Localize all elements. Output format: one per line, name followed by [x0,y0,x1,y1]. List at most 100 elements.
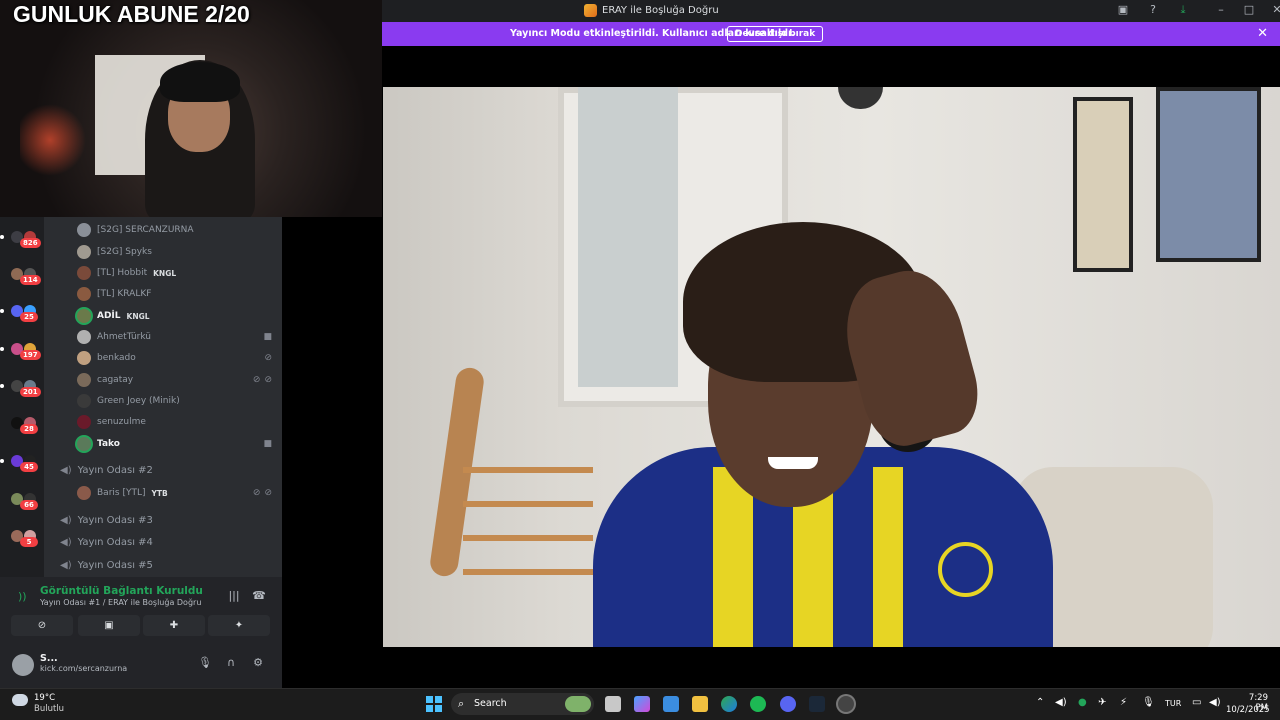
weather-temperature[interactable]: 19°C [34,693,55,703]
server-icon[interactable]: 66 [11,493,38,511]
edge-browser-icon[interactable] [721,696,737,712]
display-tray-icon[interactable]: ▭ [1192,697,1201,708]
inbox-icon[interactable]: ▣ [1116,3,1130,17]
server-icon[interactable]: 826 [11,231,41,249]
voice-member[interactable]: [S2G] SERCANZURNA [77,221,194,239]
server-logo-icon [584,4,597,17]
user-status[interactable]: kick.com/sercanzurna [40,664,127,673]
video-frame [383,87,1280,647]
steam-tray-icon[interactable]: ✈ [1098,697,1106,708]
voice-member[interactable]: Baris [YTL] YTB [77,484,168,502]
avatar [77,309,91,323]
voice-channel-info[interactable]: Yayın Odası #1 / ERAY ile Boşluğa Doğru [40,598,201,607]
steam-icon[interactable] [809,696,825,712]
noise-suppression-icon[interactable]: ||| [226,589,242,605]
soundboard-button[interactable]: ✦ [208,615,270,636]
connection-signal-icon[interactable]: )) [18,590,27,603]
window-controls: – □ ✕ [1214,3,1280,17]
spotify-icon[interactable] [750,696,766,712]
voice-member[interactable]: senuzulme [77,413,146,431]
titlebar-tools: ▣ ? ⤓ [1116,3,1190,17]
voice-member[interactable]: benkado [77,349,136,367]
member-name: benkado [97,353,136,363]
network-tray-icon[interactable]: ⚡ [1120,697,1127,708]
store-icon[interactable] [663,696,679,712]
input-language[interactable]: TUR [1165,699,1181,708]
help-icon[interactable]: ? [1146,3,1160,17]
file-explorer-icon[interactable] [692,696,708,712]
show-hidden-icons-icon[interactable]: ⌃ [1036,697,1044,708]
server-icon[interactable]: 45 [11,455,38,473]
security-tray-icon[interactable]: ● [1078,697,1087,708]
close-window-icon[interactable]: ✕ [1270,3,1280,17]
server-icon[interactable]: 197 [11,343,41,361]
voice-member[interactable]: Tako [77,435,120,453]
voice-member[interactable]: [TL] KRALKF [77,285,151,303]
video-jersey-stripe [713,467,753,647]
server-badge: 197 [20,350,41,360]
member-status: ■ [263,328,272,346]
server-icon[interactable]: 25 [11,305,38,323]
voice-member[interactable]: AhmetTürkü [77,328,151,346]
maximize-icon[interactable]: □ [1242,3,1256,17]
activity-button[interactable]: ✚ [143,615,205,636]
clock-date[interactable]: 10/2/2025 [1226,705,1270,715]
voice-status[interactable]: Görüntülü Bağlantı Kuruldu [40,585,203,597]
microphone-icon[interactable]: 🎙 [198,656,212,670]
weather-description[interactable]: Bulutlu [34,704,64,714]
voice-member[interactable]: [TL] Hobbit KNGL [77,264,176,282]
avatar [77,287,91,301]
task-view-icon[interactable] [605,696,621,712]
user-avatar[interactable] [12,654,34,676]
avatar [77,486,91,500]
user-name[interactable]: S... [40,653,58,664]
server-icon[interactable]: 201 [11,380,41,398]
camera-icon: ■ [263,439,272,449]
voice-channel-3[interactable]: ◀) Yayın Odası #3 [60,511,153,529]
video-wall-clock [838,87,883,109]
settings-gear-icon[interactable]: ⚙ [251,656,265,670]
avatar [77,415,91,429]
weather-cloud-icon[interactable] [12,694,28,706]
start-windows-icon[interactable] [426,696,442,712]
disconnect-icon[interactable]: ☎ [251,589,267,605]
member-status: ⊘ [264,349,272,367]
voice-channel-5[interactable]: ◀) Yayın Odası #5 [60,556,153,574]
voice-member[interactable]: Green Joey (Minik) [77,392,180,410]
copilot-icon[interactable] [634,696,650,712]
disable-streamer-mode-button[interactable]: Devre dışı bırak [727,26,824,42]
screen-share-button[interactable]: ▣ [78,615,140,636]
voice-member[interactable]: cagatay [77,371,133,389]
speaker-tray-icon[interactable]: ◀) [1209,697,1221,708]
search-highlight-icon [565,696,591,712]
download-icon[interactable]: ⤓ [1176,3,1190,17]
avatar [77,223,91,237]
window-title-text: ERAY ile Boşluğa Doğru [602,5,719,16]
video-club-crest [938,542,993,597]
server-icon[interactable]: 28 [11,417,38,435]
obs-icon[interactable] [838,696,854,712]
voice-channel-4[interactable]: ◀) Yayın Odası #4 [60,533,153,551]
video-stream[interactable] [282,46,1280,688]
discord-icon[interactable] [780,696,796,712]
volume-tray-icon[interactable]: ◀) [1055,697,1067,708]
headphones-icon[interactable]: ∩ [224,656,238,670]
microphone-tray-icon[interactable]: 🎙 [1142,697,1155,708]
video-door-glass [578,87,678,387]
soundboard-icon: ✦ [234,620,244,631]
video-jersey-stripe [873,467,903,647]
video-poster-1 [1073,97,1133,272]
voice-member[interactable]: ADİL KNGL [77,307,150,325]
voice-channel-2[interactable]: ◀) Yayın Odası #2 [60,461,153,479]
server-icon[interactable]: 114 [11,268,41,286]
member-name: ADİL [97,311,121,321]
voice-member[interactable]: [S2G] Spyks [77,243,152,261]
banner-close-icon[interactable]: ✕ [1257,26,1268,41]
video-person-smile [768,457,818,469]
member-name: [TL] KRALKF [97,289,152,299]
channel-name: Yayın Odası #5 [77,559,153,571]
member-status: ⊘ ⊘ [253,484,272,502]
minimize-icon[interactable]: – [1214,3,1228,17]
camera-toggle-button[interactable]: ⊘ [11,615,73,636]
server-icon[interactable]: 5 [11,530,38,548]
